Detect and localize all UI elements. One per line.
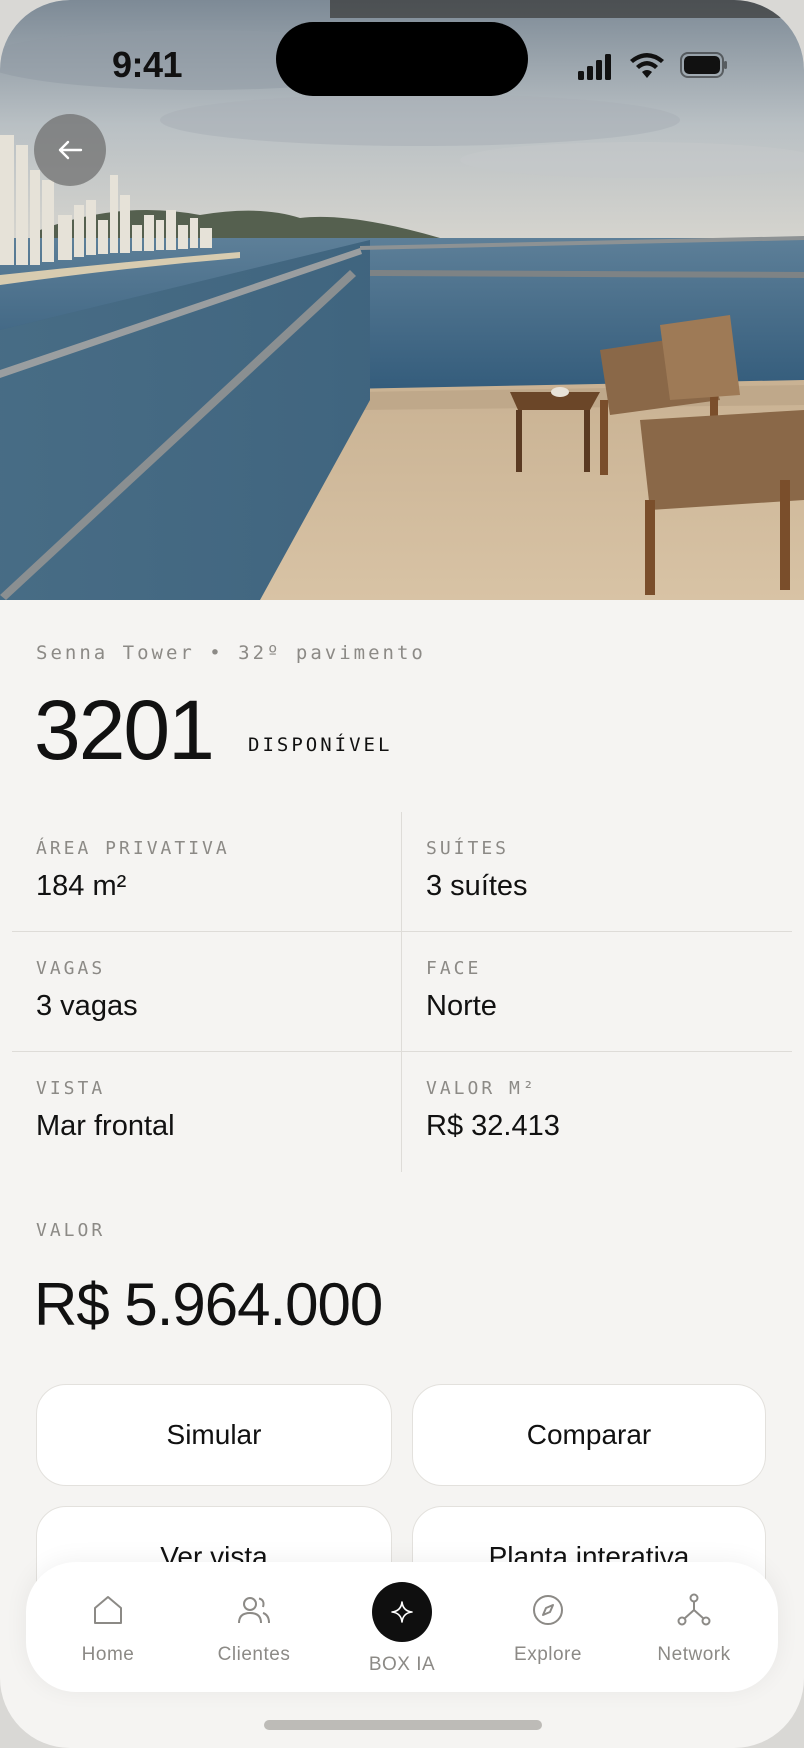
box-ia-button[interactable]	[372, 1582, 432, 1642]
spec-value: Mar frontal	[36, 1110, 175, 1142]
battery-icon	[680, 52, 727, 78]
sparkle-icon	[391, 1601, 413, 1623]
spec-value: 184 m²	[36, 870, 127, 902]
spec-row: ÁREA PRIVATIVA 184 m² SUÍTES 3 suítes	[12, 812, 792, 932]
spec-private-area: ÁREA PRIVATIVA 184 m²	[12, 812, 402, 932]
unit-subtitle: Senna Tower • 32º pavimento	[36, 642, 426, 664]
dynamic-island	[276, 22, 528, 96]
tab-bar: Home Clientes BOX IA Explore Network	[26, 1562, 778, 1692]
spec-orientation: FACE Norte	[402, 932, 792, 1052]
spec-label: FACE	[426, 958, 482, 979]
spec-value: 3 vagas	[36, 990, 138, 1022]
status-time: 9:41	[112, 44, 183, 85]
tab-label: Network	[657, 1644, 731, 1665]
phone-screen: 9:41 Senna Tower • 32º pavimento 3201 DI…	[0, 0, 804, 1748]
spec-label: VALOR M²	[426, 1078, 537, 1099]
spec-label: VISTA	[36, 1078, 106, 1099]
tab-network[interactable]: Network	[624, 1562, 764, 1692]
back-button[interactable]	[34, 114, 106, 186]
price-label: VALOR	[36, 1220, 106, 1241]
spec-label: VAGAS	[36, 958, 106, 979]
simulate-button[interactable]: Simular	[36, 1384, 392, 1486]
spec-label: SUÍTES	[426, 838, 510, 859]
spec-view: VISTA Mar frontal	[12, 1052, 402, 1172]
spec-price-per-m2: VALOR M² R$ 32.413	[402, 1052, 792, 1172]
spec-value: Norte	[426, 990, 497, 1022]
tab-label: Explore	[514, 1644, 582, 1665]
status-bar: 9:41	[0, 0, 804, 130]
tab-box-ia[interactable]: BOX IA	[332, 1562, 472, 1692]
wifi-icon	[630, 53, 664, 78]
hero-image: 9:41	[0, 0, 804, 600]
tab-explore[interactable]: Explore	[478, 1562, 618, 1692]
tab-label: Home	[81, 1644, 135, 1665]
home-indicator[interactable]	[264, 1720, 542, 1730]
compass-icon	[533, 1595, 563, 1625]
users-icon	[238, 1597, 270, 1624]
spec-label: ÁREA PRIVATIVA	[36, 838, 230, 859]
spec-value: R$ 32.413	[426, 1110, 560, 1142]
network-icon	[677, 1593, 711, 1626]
tab-clientes[interactable]: Clientes	[184, 1562, 324, 1692]
unit-number: 3201	[34, 683, 215, 777]
home-icon	[94, 1596, 122, 1624]
compare-button[interactable]: Comparar	[412, 1384, 766, 1486]
price-value: R$ 5.964.000	[34, 1271, 383, 1338]
tab-home[interactable]: Home	[38, 1562, 178, 1692]
tab-label: Clientes	[217, 1644, 291, 1665]
spec-grid: ÁREA PRIVATIVA 184 m² SUÍTES 3 suítes VA…	[12, 812, 792, 1172]
cellular-signal-icon	[578, 54, 611, 80]
spec-parking: VAGAS 3 vagas	[12, 932, 402, 1052]
spec-value: 3 suítes	[426, 870, 528, 902]
spec-row: VAGAS 3 vagas FACE Norte	[12, 932, 792, 1052]
spec-row: VISTA Mar frontal VALOR M² R$ 32.413	[12, 1052, 792, 1172]
availability-badge: DISPONÍVEL	[248, 734, 393, 756]
arrow-left-icon	[58, 140, 83, 160]
spec-suites: SUÍTES 3 suítes	[402, 812, 792, 932]
tab-label: BOX IA	[368, 1654, 436, 1675]
